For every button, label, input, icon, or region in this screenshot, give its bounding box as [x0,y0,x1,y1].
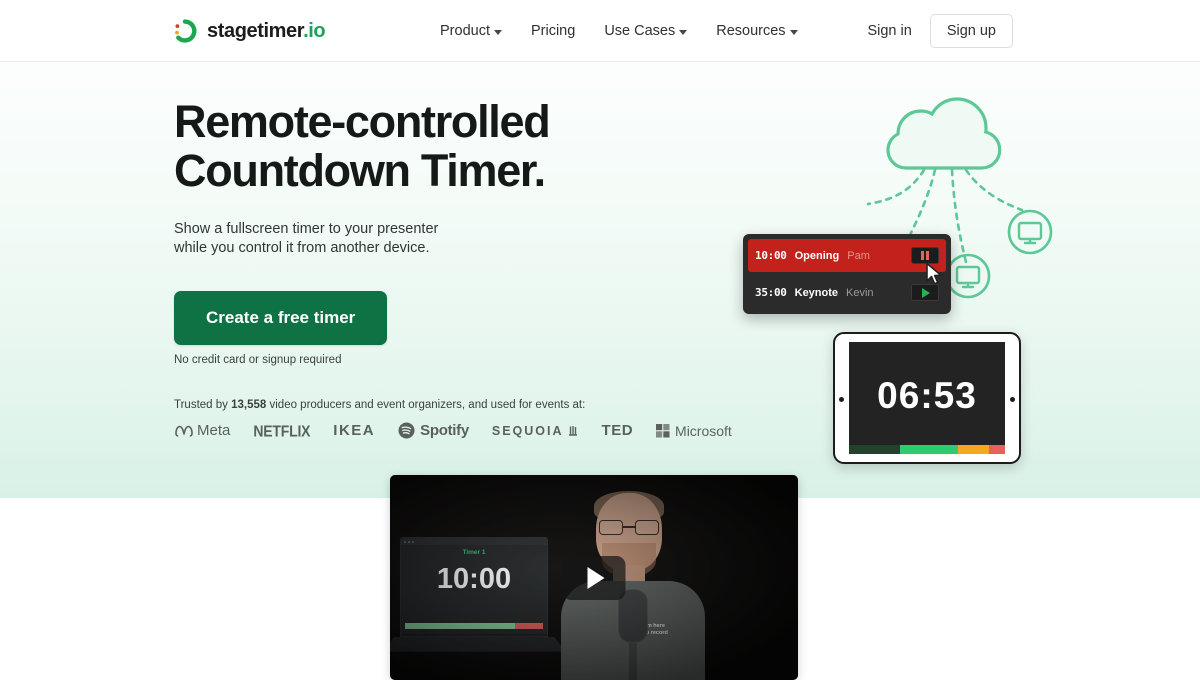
meta-infinity-icon [175,425,193,437]
main-navigation: Product Pricing Use Cases Resources [438,0,800,62]
timer-controller-widget: 10:00 Opening Pam 35:00 Keynote Kevin [743,234,951,314]
laptop-menu-bar [401,538,547,545]
headline-line-2: Countdown Timer. [174,145,546,196]
nav-label-pricing: Pricing [530,23,576,39]
hero-section: Remote-controlled Countdown Timer. Show … [0,62,1200,498]
brand-logo-ted: TED [601,422,634,439]
glasses-icon [599,520,659,535]
sequoia-tree-icon [568,425,577,436]
laptop-screen: Timer 1 10:00 [401,545,547,634]
trusted-prefix: Trusted by [174,399,232,411]
timer-row-speaker: Kevin [846,286,874,299]
laptop-timer-title: Timer 1 [462,549,486,556]
trusted-count: 13,558 [231,399,267,411]
brand-logo-ikea: IKEA [333,422,376,439]
timer-row-speaker: Pam [847,249,870,262]
monitor-icon-right [1007,209,1053,255]
microsoft-squares-icon [656,423,670,437]
sign-up-button[interactable]: Sign up [929,14,1013,48]
trusted-by-text: Trusted by 13,558 video producers and ev… [174,399,694,411]
nav-label-use-cases: Use Cases [604,23,676,39]
site-header: stagetimer.io Product Pricing Use Cases … [0,0,1200,62]
trusted-suffix: video producers and event organizers, an… [266,399,586,411]
stagetimer-circle-icon [175,19,197,43]
brand-label-meta: Meta [197,422,231,439]
tablet-screen: 06:53 [849,342,1005,454]
brand-logo-microsoft: Microsoft [656,423,732,439]
nav-item-pricing[interactable]: Pricing [529,17,577,45]
timer-row-time: 10:00 [755,249,787,262]
microphone-stem [629,643,637,680]
timer-row-name: Keynote [794,286,839,299]
play-icon [587,566,605,589]
laptop-in-video: Timer 1 10:00 [400,537,548,637]
logo-name: stagetimer [207,19,304,42]
brand-label-spotify: Spotify [420,422,469,439]
monitor-icon-left [945,253,991,299]
hero-illustration: 10:00 Opening Pam 35:00 Keynote Kevin 06… [735,82,1055,482]
timer-row-name: Opening [794,249,840,262]
headline-line-1: Remote-controlled [174,96,551,147]
brand-logo-meta: Meta [174,422,230,439]
video-play-button[interactable] [562,555,626,600]
video-thumbnail[interactable]: Timer 1 10:00 I'm here to record [390,475,798,680]
progress-segment-green [900,445,959,454]
nav-label-product: Product [440,23,490,39]
progress-segment-orange [958,445,990,454]
subtitle-line-1: Show a fullscreen timer to your presente… [174,221,439,237]
laptop-progress-bar [405,623,543,629]
video-section: Timer 1 10:00 I'm here to record [0,475,1200,680]
subtitle-line-2: while you control it from another device… [174,240,430,256]
microphone [618,589,648,680]
spotify-icon [398,422,415,439]
tablet-progress-bar [849,445,1005,454]
brand-logo-sequoia: SEQUOIA [492,424,579,438]
laptop-keyboard [390,637,567,652]
logo-link[interactable]: stagetimer.io [172,18,326,44]
sign-in-link[interactable]: Sign in [867,23,911,39]
chevron-down-icon [789,29,798,35]
logo-suffix: .io [303,19,326,42]
laptop-timer-value: 10:00 [436,563,512,595]
chevron-down-icon [493,29,502,35]
tablet-timer-value: 06:53 [877,374,977,416]
cta-note: No credit card or signup required [174,354,342,366]
tablet-button-dot [1010,397,1015,402]
nav-item-use-cases[interactable]: Use Cases [602,17,689,45]
create-free-timer-button[interactable]: Create a free timer [174,291,388,345]
brand-logo-netflix: NETFLIX [253,421,311,440]
auth-actions: Sign in Sign up [867,0,1013,62]
logo-text: stagetimer.io [207,19,326,43]
page-title: Remote-controlled Countdown Timer. [174,97,694,195]
timer-row-time: 35:00 [755,286,787,299]
brand-label-microsoft: Microsoft [675,422,732,439]
chevron-down-icon [679,29,688,35]
progress-segment-elapsed [849,445,901,454]
nav-item-resources[interactable]: Resources [714,17,799,45]
hero-content: Remote-controlled Countdown Timer. Show … [174,97,732,440]
timer-row-stopped[interactable]: 35:00 Keynote Kevin [748,276,946,309]
tablet-camera-dot [839,397,844,402]
headline-line-2-wrap: Countdown Timer. [174,145,549,196]
brand-label-sequoia: SEQUOIA [491,423,564,438]
nav-item-product[interactable]: Product [438,17,504,45]
mouse-cursor-icon [926,262,942,285]
brand-logo-spotify: Spotify [398,422,469,439]
brand-logo-row: Meta NETFLIX IKEA Spotify SEQUOIA TED Mi… [174,421,732,440]
play-button[interactable] [911,284,939,301]
nav-label-resources: Resources [716,23,786,39]
cloud-icon [886,97,1002,170]
play-icon [922,287,930,298]
hero-subtitle: Show a fullscreen timer to your presente… [174,220,694,258]
progress-segment-red [989,445,1005,454]
timer-row-running[interactable]: 10:00 Opening Pam [748,239,946,272]
fullscreen-timer-tablet: 06:53 [833,332,1021,464]
pause-icon [920,251,930,260]
